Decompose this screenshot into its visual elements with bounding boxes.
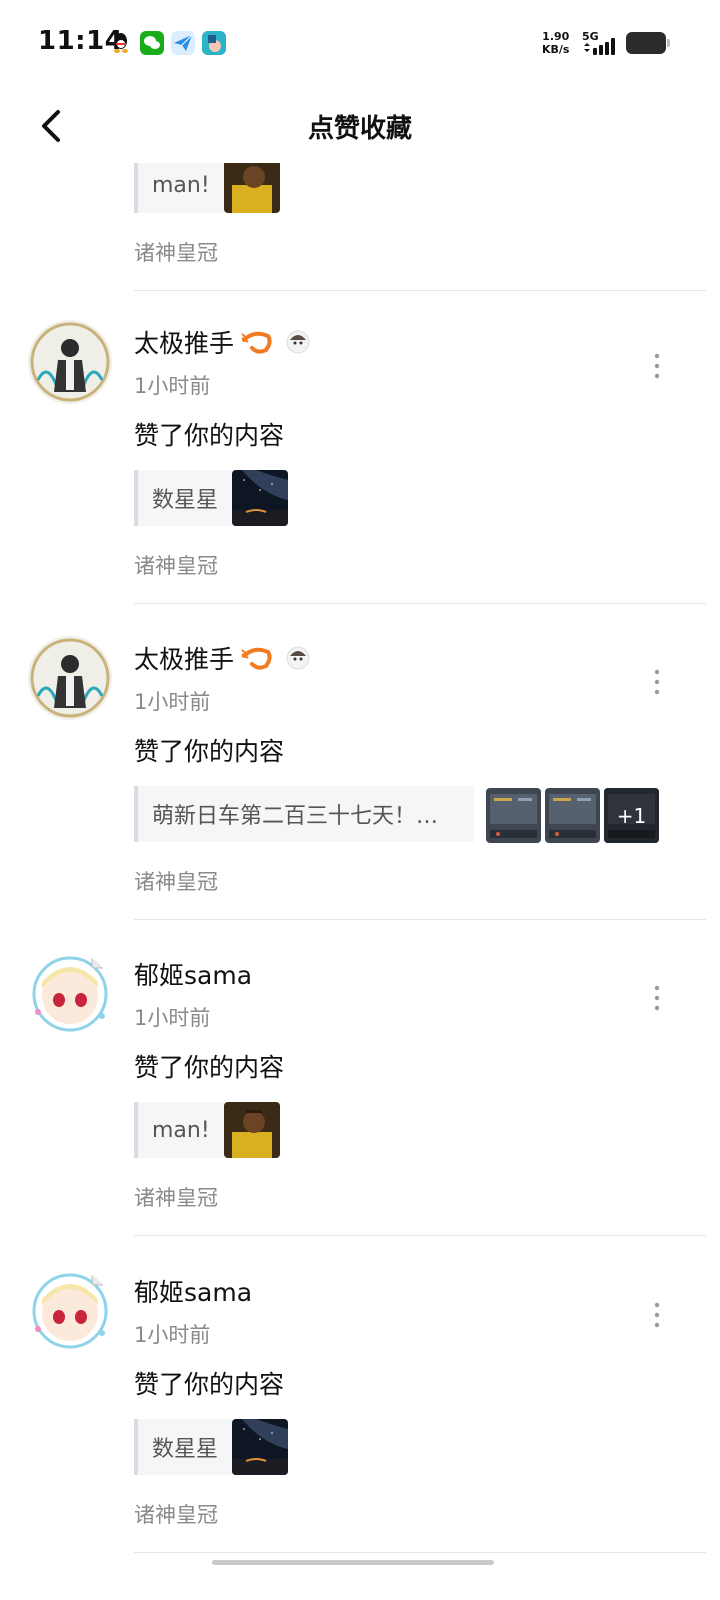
net-speed-value: 1.90 — [542, 30, 570, 43]
source-label: 诸神皇冠 — [134, 554, 218, 578]
list-item[interactable]: 太极推手 1小时前 赞了你的内容 数星星 诸神皇冠 — [0, 288, 720, 604]
list-item[interactable]: 郁姬sama 1小时前 赞了你的内容 man! 诸神皇冠 — [0, 920, 720, 1236]
app-header: 点赞收藏 — [0, 88, 720, 164]
shrimp-icon — [241, 331, 272, 354]
app-icon — [202, 31, 226, 55]
user-name[interactable]: 太极推手 — [134, 324, 234, 360]
user-avatar[interactable] — [28, 1269, 112, 1353]
user-name[interactable]: 郁姬sama — [134, 956, 252, 992]
telegram-icon — [171, 31, 195, 55]
signal-icon: 5G — [582, 30, 615, 55]
list-item[interactable]: 郁姬sama 1小时前 赞了你的内容 数星星 诸神皇冠 — [0, 1237, 720, 1553]
more-options-icon[interactable] — [648, 1301, 666, 1329]
status-bar: 11:14 1.90 KB/s 5G — [0, 0, 720, 88]
avatar-badge-icon — [286, 330, 310, 354]
quoted-post[interactable]: 数星星 — [134, 470, 289, 526]
network-speed: 1.90 KB/s — [542, 30, 569, 56]
wechat-icon — [140, 31, 164, 55]
user-name-row: 太极推手 — [134, 324, 312, 360]
source-label: 诸神皇冠 — [134, 1503, 218, 1527]
more-options-icon[interactable] — [648, 352, 666, 380]
shrimp-icon — [241, 647, 272, 670]
quoted-post[interactable]: man! — [134, 163, 280, 213]
quoted-post-text: man! — [152, 1117, 210, 1143]
action-text: 赞了你的内容 — [134, 737, 285, 766]
game-screenshot — [486, 788, 541, 843]
source-label: 诸神皇冠 — [134, 241, 218, 265]
action-text: 赞了你的内容 — [134, 421, 285, 450]
battery-icon — [626, 32, 670, 54]
user-name[interactable]: 郁姬sama — [134, 1273, 252, 1309]
image-thumbnails[interactable]: +1 — [486, 788, 659, 843]
avatar-badge-icon — [286, 646, 310, 670]
home-indicator[interactable] — [212, 1560, 494, 1565]
list-item[interactable]: 太极推手 1小时前 赞了你的内容 萌新日车第二百三十七天！… +1 诸神皇冠 — [0, 604, 720, 920]
quoted-post-text: 数星星 — [152, 1437, 219, 1462]
user-avatar[interactable] — [28, 320, 112, 404]
network-type: 5G — [582, 30, 599, 43]
user-name-row: 郁姬sama — [134, 1273, 252, 1309]
action-text: 赞了你的内容 — [134, 1053, 285, 1082]
user-avatar[interactable] — [28, 636, 112, 720]
more-options-icon[interactable] — [648, 668, 666, 696]
quoted-post-text: 萌新日车第二百三十七天！… — [152, 804, 439, 829]
user-avatar[interactable] — [28, 952, 112, 1036]
quoted-post-text: man! — [152, 172, 210, 198]
divider — [134, 1552, 706, 1553]
time-ago: 1小时前 — [134, 1323, 211, 1347]
basketball-player-photo — [223, 163, 280, 213]
quoted-post-text: 数星星 — [152, 488, 219, 513]
page-title: 点赞收藏 — [307, 114, 412, 144]
net-speed-unit: KB/s — [542, 43, 570, 56]
more-options-icon[interactable] — [648, 984, 666, 1012]
user-name-row: 郁姬sama — [134, 956, 252, 992]
quoted-post[interactable]: 数星星 — [134, 1419, 289, 1475]
basketball-player-photo — [223, 1102, 280, 1158]
time-ago: 1小时前 — [134, 374, 211, 398]
user-name[interactable]: 太极推手 — [134, 640, 234, 676]
more-images-count: +1 — [616, 803, 647, 828]
qq-icon — [114, 33, 128, 53]
night-sky-photo — [232, 1419, 289, 1475]
user-name-row: 太极推手 — [134, 640, 312, 676]
action-text: 赞了你的内容 — [134, 1370, 285, 1399]
time-ago: 1小时前 — [134, 1006, 211, 1030]
more-images-overlay[interactable]: +1 — [604, 788, 659, 843]
divider — [134, 1235, 706, 1236]
game-screenshot — [545, 788, 600, 843]
quoted-post[interactable]: 萌新日车第二百三十七天！… — [134, 786, 474, 842]
time-ago: 1小时前 — [134, 690, 211, 714]
source-label: 诸神皇冠 — [134, 1186, 218, 1210]
quoted-post[interactable]: man! — [134, 1102, 280, 1158]
source-label: 诸神皇冠 — [134, 870, 218, 894]
night-sky-photo — [232, 470, 289, 526]
